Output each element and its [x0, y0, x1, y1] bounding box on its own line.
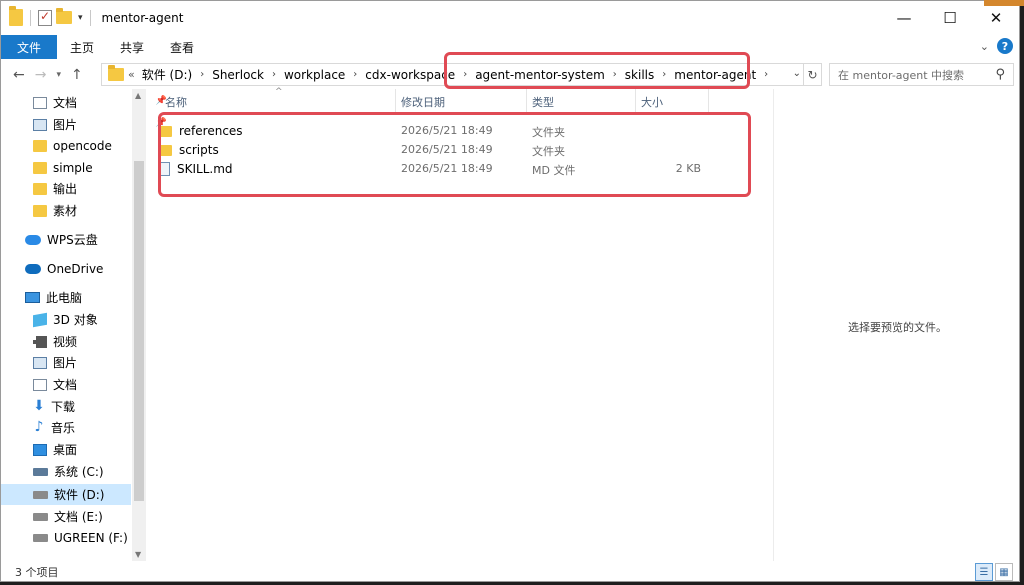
tab-home[interactable]: 主页 [57, 35, 107, 59]
sort-ascending-icon: ^ [275, 87, 283, 97]
explorer-window: ▾ mentor-agent — ☐ ✕ 文件 主页 共享 查看 ⌄ ? ← →… [0, 0, 1020, 582]
onedrive-icon [25, 263, 41, 274]
folder-icon [108, 65, 124, 81]
large-icons-view-icon[interactable]: ▦ [995, 563, 1013, 581]
downloads-icon: ⬇ [33, 398, 45, 414]
folder-icon [33, 139, 47, 152]
drive-icon [33, 512, 48, 521]
column-header-name[interactable]: 名称 [165, 94, 187, 110]
nav-item-software-drive[interactable]: 软件 (D:) [1, 484, 131, 505]
tab-file[interactable]: 文件 [1, 35, 58, 59]
screen-edge [1020, 0, 1024, 585]
scroll-down-icon[interactable]: ▼ [135, 550, 141, 559]
refresh-icon[interactable]: ↻ [804, 63, 822, 86]
address-dropdown-icon[interactable]: ⌄ [793, 68, 801, 79]
documents-icon [33, 96, 47, 109]
back-arrow-icon[interactable]: ← [13, 67, 25, 83]
music-icon: ♪ [34, 418, 44, 435]
maximize-button[interactable]: ☐ [927, 1, 973, 34]
drive-icon [33, 533, 48, 542]
divider [89, 9, 91, 26]
highlight-box-breadcrumb [444, 52, 750, 89]
preview-pane: 选择要预览的文件。 [773, 89, 1019, 561]
details-view-icon[interactable]: ☰ [975, 563, 993, 581]
up-arrow-icon[interactable]: ↑ [71, 67, 83, 83]
system-drive-icon [33, 467, 48, 476]
documents-icon [33, 378, 47, 391]
breadcrumb-chevron-icon[interactable]: › [764, 69, 768, 80]
expand-ribbon-icon[interactable]: ⌄ [980, 40, 989, 53]
item-count: 3 个项目 [15, 566, 59, 579]
window-title: mentor-agent [101, 10, 184, 25]
navigation-pane: 文档 📌 图片 📌 opencode simple 输出 素材 WPS云盘 OneD… [1, 89, 167, 561]
new-folder-icon[interactable] [56, 8, 72, 24]
breadcrumb-item[interactable]: workplace [284, 68, 345, 82]
recent-locations-icon[interactable]: ▾ [56, 70, 61, 80]
status-bar: 3 个项目 ☰ ▦ [1, 562, 1019, 581]
search-placeholder: 在 mentor-agent 中搜索 [838, 68, 965, 82]
folder-icon [9, 6, 23, 26]
folder-icon [33, 161, 47, 174]
column-header-size[interactable]: 大小 [641, 94, 663, 110]
properties-icon[interactable] [38, 9, 52, 26]
pictures-icon [33, 356, 47, 369]
search-input[interactable]: 在 mentor-agent 中搜索 ⚲ [829, 63, 1014, 86]
tab-share[interactable]: 共享 [107, 35, 157, 59]
desktop-icon [33, 443, 47, 456]
videos-icon [33, 335, 47, 348]
breadcrumb-item[interactable]: cdx-workspace [365, 68, 455, 82]
divider [30, 9, 31, 26]
tab-view[interactable]: 查看 [157, 35, 207, 59]
search-icon[interactable]: ⚲ [995, 67, 1005, 82]
3d-objects-icon [33, 312, 47, 327]
preview-message: 选择要预览的文件。 [848, 321, 947, 334]
drive-icon [33, 490, 48, 499]
scroll-up-icon[interactable]: ▲ [135, 91, 141, 100]
help-icon[interactable]: ? [997, 38, 1013, 54]
breadcrumb-chevron-icon[interactable]: › [272, 69, 276, 80]
nav-scrollbar[interactable]: ▲ ▼ [132, 89, 146, 561]
ribbon-controls: ⌄ ? [980, 38, 1013, 54]
taskbar-accent [984, 0, 1024, 6]
this-pc-icon [25, 292, 40, 303]
folder-icon [33, 182, 47, 195]
navigation-buttons: ← → ▾ ↑ [1, 67, 83, 83]
folder-icon [33, 204, 47, 217]
title-bar: ▾ mentor-agent — ☐ ✕ [1, 1, 1019, 34]
breadcrumb-overflow[interactable]: « [128, 68, 135, 81]
view-buttons: ☰ ▦ [975, 563, 1013, 581]
wps-cloud-icon [25, 234, 41, 245]
scrollbar-thumb[interactable] [134, 161, 144, 501]
pictures-icon [33, 118, 47, 131]
breadcrumb-chevron-icon[interactable]: › [353, 69, 357, 80]
breadcrumb-chevron-icon[interactable]: › [200, 69, 204, 80]
highlight-box-files [158, 112, 751, 197]
breadcrumb-item[interactable]: Sherlock [212, 68, 264, 82]
minimize-button[interactable]: — [881, 1, 927, 34]
breadcrumb-item[interactable]: 软件 (D:) [142, 66, 192, 83]
column-header-date[interactable]: 修改日期 [401, 94, 445, 110]
forward-arrow-icon[interactable]: → [35, 67, 47, 83]
column-header-type[interactable]: 类型 [532, 94, 554, 110]
quick-access-toolbar: ▾ [1, 6, 94, 26]
customize-toolbar-icon[interactable]: ▾ [78, 13, 83, 23]
